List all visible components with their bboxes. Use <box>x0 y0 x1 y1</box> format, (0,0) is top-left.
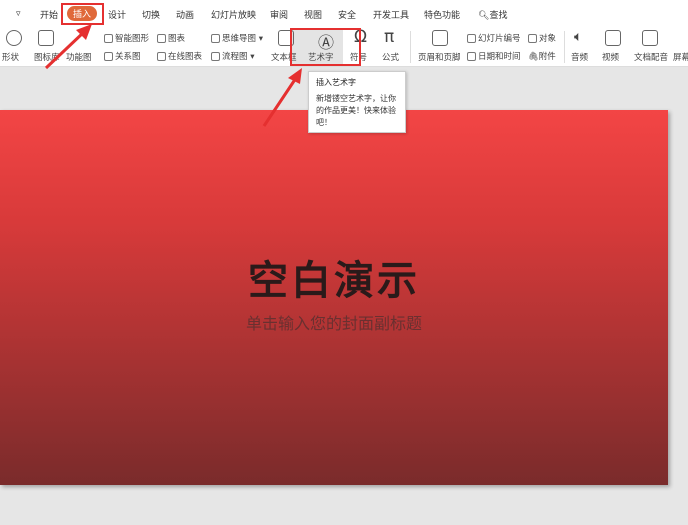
annotation-arrow-insert <box>44 24 92 70</box>
attachment-button[interactable]: 🖇︎附件 <box>528 50 556 62</box>
slide-number-button[interactable]: 幻灯片编号 <box>467 32 521 44</box>
speaker-icon: 🔈︎ <box>574 29 583 45</box>
calendar-icon <box>467 52 476 61</box>
tab-search[interactable]: 🔍︎查找 <box>478 8 507 21</box>
slide-subtitle[interactable]: 单击输入您的封面副标题 <box>0 310 668 334</box>
paperclip-icon: 🖇︎ <box>528 52 539 62</box>
tab-special[interactable]: 特色功能 <box>424 8 460 21</box>
slide-number-icon <box>467 34 476 43</box>
annotation-arrow-wordart <box>262 68 302 127</box>
shape-button[interactable]: 形状 <box>2 51 19 63</box>
video-icon <box>605 30 621 46</box>
annotation-box-wordart <box>290 28 361 66</box>
mindmap-button[interactable]: 思维导图 ▾ <box>211 32 263 44</box>
doc-voice-button[interactable]: 文档配音 <box>634 51 668 63</box>
tooltip-body: 新增镂空艺术字，让你的作品更美！快来体验吧！ <box>316 94 396 127</box>
online-chart-button[interactable]: 在线图表 <box>157 50 202 62</box>
tab-security[interactable]: 安全 <box>338 8 356 21</box>
flowchart-button[interactable]: 流程图 ▾ <box>211 50 254 62</box>
divider <box>564 31 565 63</box>
shape-icon <box>6 30 22 46</box>
slide-canvas[interactable]: 空白演示 单击输入您的封面副标题 <box>0 110 668 485</box>
chart-icon <box>157 34 166 43</box>
chart-button[interactable]: 图表 <box>157 32 185 44</box>
relation-icon <box>104 52 113 61</box>
tab-view[interactable]: 视图 <box>304 8 322 21</box>
tab-slideshow[interactable]: 幻灯片放映 <box>211 8 256 21</box>
tab-developer[interactable]: 开发工具 <box>373 8 409 21</box>
tooltip-title: 插入艺术字 <box>316 78 356 87</box>
audio-button[interactable]: 音频 <box>571 51 588 63</box>
screen-record-button[interactable]: 屏幕 <box>673 51 688 63</box>
tab-animation[interactable]: 动画 <box>176 8 194 21</box>
video-button[interactable]: 视频 <box>602 51 619 63</box>
tab-review[interactable]: 审阅 <box>270 8 288 21</box>
smart-art-button[interactable]: 智能图形 <box>104 32 149 44</box>
relation-button[interactable]: 关系图 <box>104 50 141 62</box>
online-chart-icon <box>157 52 166 61</box>
divider <box>410 31 411 63</box>
quick-access-icon[interactable]: ▿ <box>16 9 21 19</box>
smart-art-icon <box>104 34 113 43</box>
search-icon: 🔍︎ <box>478 11 490 21</box>
doc-voice-icon <box>642 30 658 46</box>
formula-button[interactable]: 公式 <box>382 51 399 63</box>
tab-home[interactable]: 开始 <box>40 8 58 21</box>
header-footer-icon <box>432 30 448 46</box>
mindmap-icon <box>211 34 220 43</box>
tab-transition[interactable]: 切换 <box>142 8 160 21</box>
object-button[interactable]: 对象 <box>528 32 556 44</box>
pi-icon: π <box>384 27 395 47</box>
datetime-button[interactable]: 日期和时间 <box>467 50 521 62</box>
object-icon <box>528 34 537 43</box>
wordart-tooltip: 插入艺术字 新增镂空艺术字，让你的作品更美！快来体验吧！ <box>308 71 406 133</box>
tab-design[interactable]: 设计 <box>108 8 126 21</box>
flowchart-icon <box>211 52 220 61</box>
slide-title[interactable]: 空白演示 <box>0 248 668 306</box>
header-footer-button[interactable]: 页眉和页脚 <box>418 51 461 63</box>
